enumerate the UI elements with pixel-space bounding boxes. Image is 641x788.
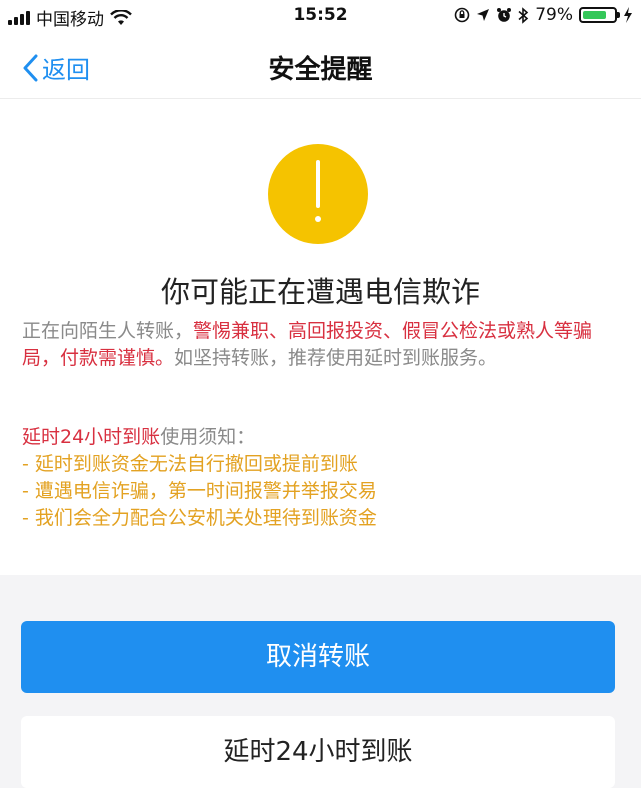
notice-title-rest: 使用须知：	[160, 426, 256, 448]
battery-percent: 79%	[535, 5, 573, 25]
rotation-lock-icon	[454, 7, 470, 23]
alert-headline: 你可能正在遭遇电信欺诈	[160, 275, 480, 309]
battery-icon	[579, 7, 620, 23]
status-bar-right: 79%	[454, 5, 633, 25]
delay-notice: 延时24小时到账使用须知： - 延时到账资金无法自行撤回或提前到账 - 遭遇电信…	[22, 424, 612, 532]
exclamation-icon	[268, 144, 368, 244]
battery-fill	[583, 11, 606, 19]
notice-title-emphasis: 延时24小时到账	[22, 426, 161, 448]
page-title: 安全提醒	[268, 55, 373, 85]
alert-text: 正在向陌生人转账，警惕兼职、高回报投资、假冒公检法或熟人等骗局，付款需谨慎。如坚…	[22, 318, 612, 372]
notice-list: - 延时到账资金无法自行撤回或提前到账 - 遭遇电信诈骗，第一时间报警并举报交易…	[22, 451, 612, 532]
cancel-transfer-button[interactable]: 取消转账	[21, 621, 615, 693]
alert-text-suffix: 如坚持转账，推荐使用延时到账服务。	[174, 347, 498, 369]
nav-bar: 返回 安全提醒	[0, 32, 641, 99]
notice-item: - 遭遇电信诈骗，第一时间报警并举报交易	[22, 480, 377, 502]
notice-title: 延时24小时到账使用须知：	[22, 424, 612, 451]
notice-item: - 延时到账资金无法自行撤回或提前到账	[22, 453, 358, 475]
alarm-icon	[497, 8, 512, 22]
alert-text-prefix: 正在向陌生人转账，	[22, 320, 194, 342]
security-alert-card: 你可能正在遭遇电信欺诈 正在向陌生人转账，警惕兼职、高回报投资、假冒公检法或熟人…	[0, 99, 641, 575]
location-icon	[477, 9, 490, 21]
status-bar: 中国移动 15:52 79%	[0, 0, 641, 32]
delay-transfer-button[interactable]: 延时24小时到账	[21, 716, 615, 788]
notice-item: - 我们会全力配合公安机关处理待到账资金	[22, 507, 377, 529]
charging-icon	[624, 7, 632, 23]
bluetooth-icon	[518, 6, 529, 24]
